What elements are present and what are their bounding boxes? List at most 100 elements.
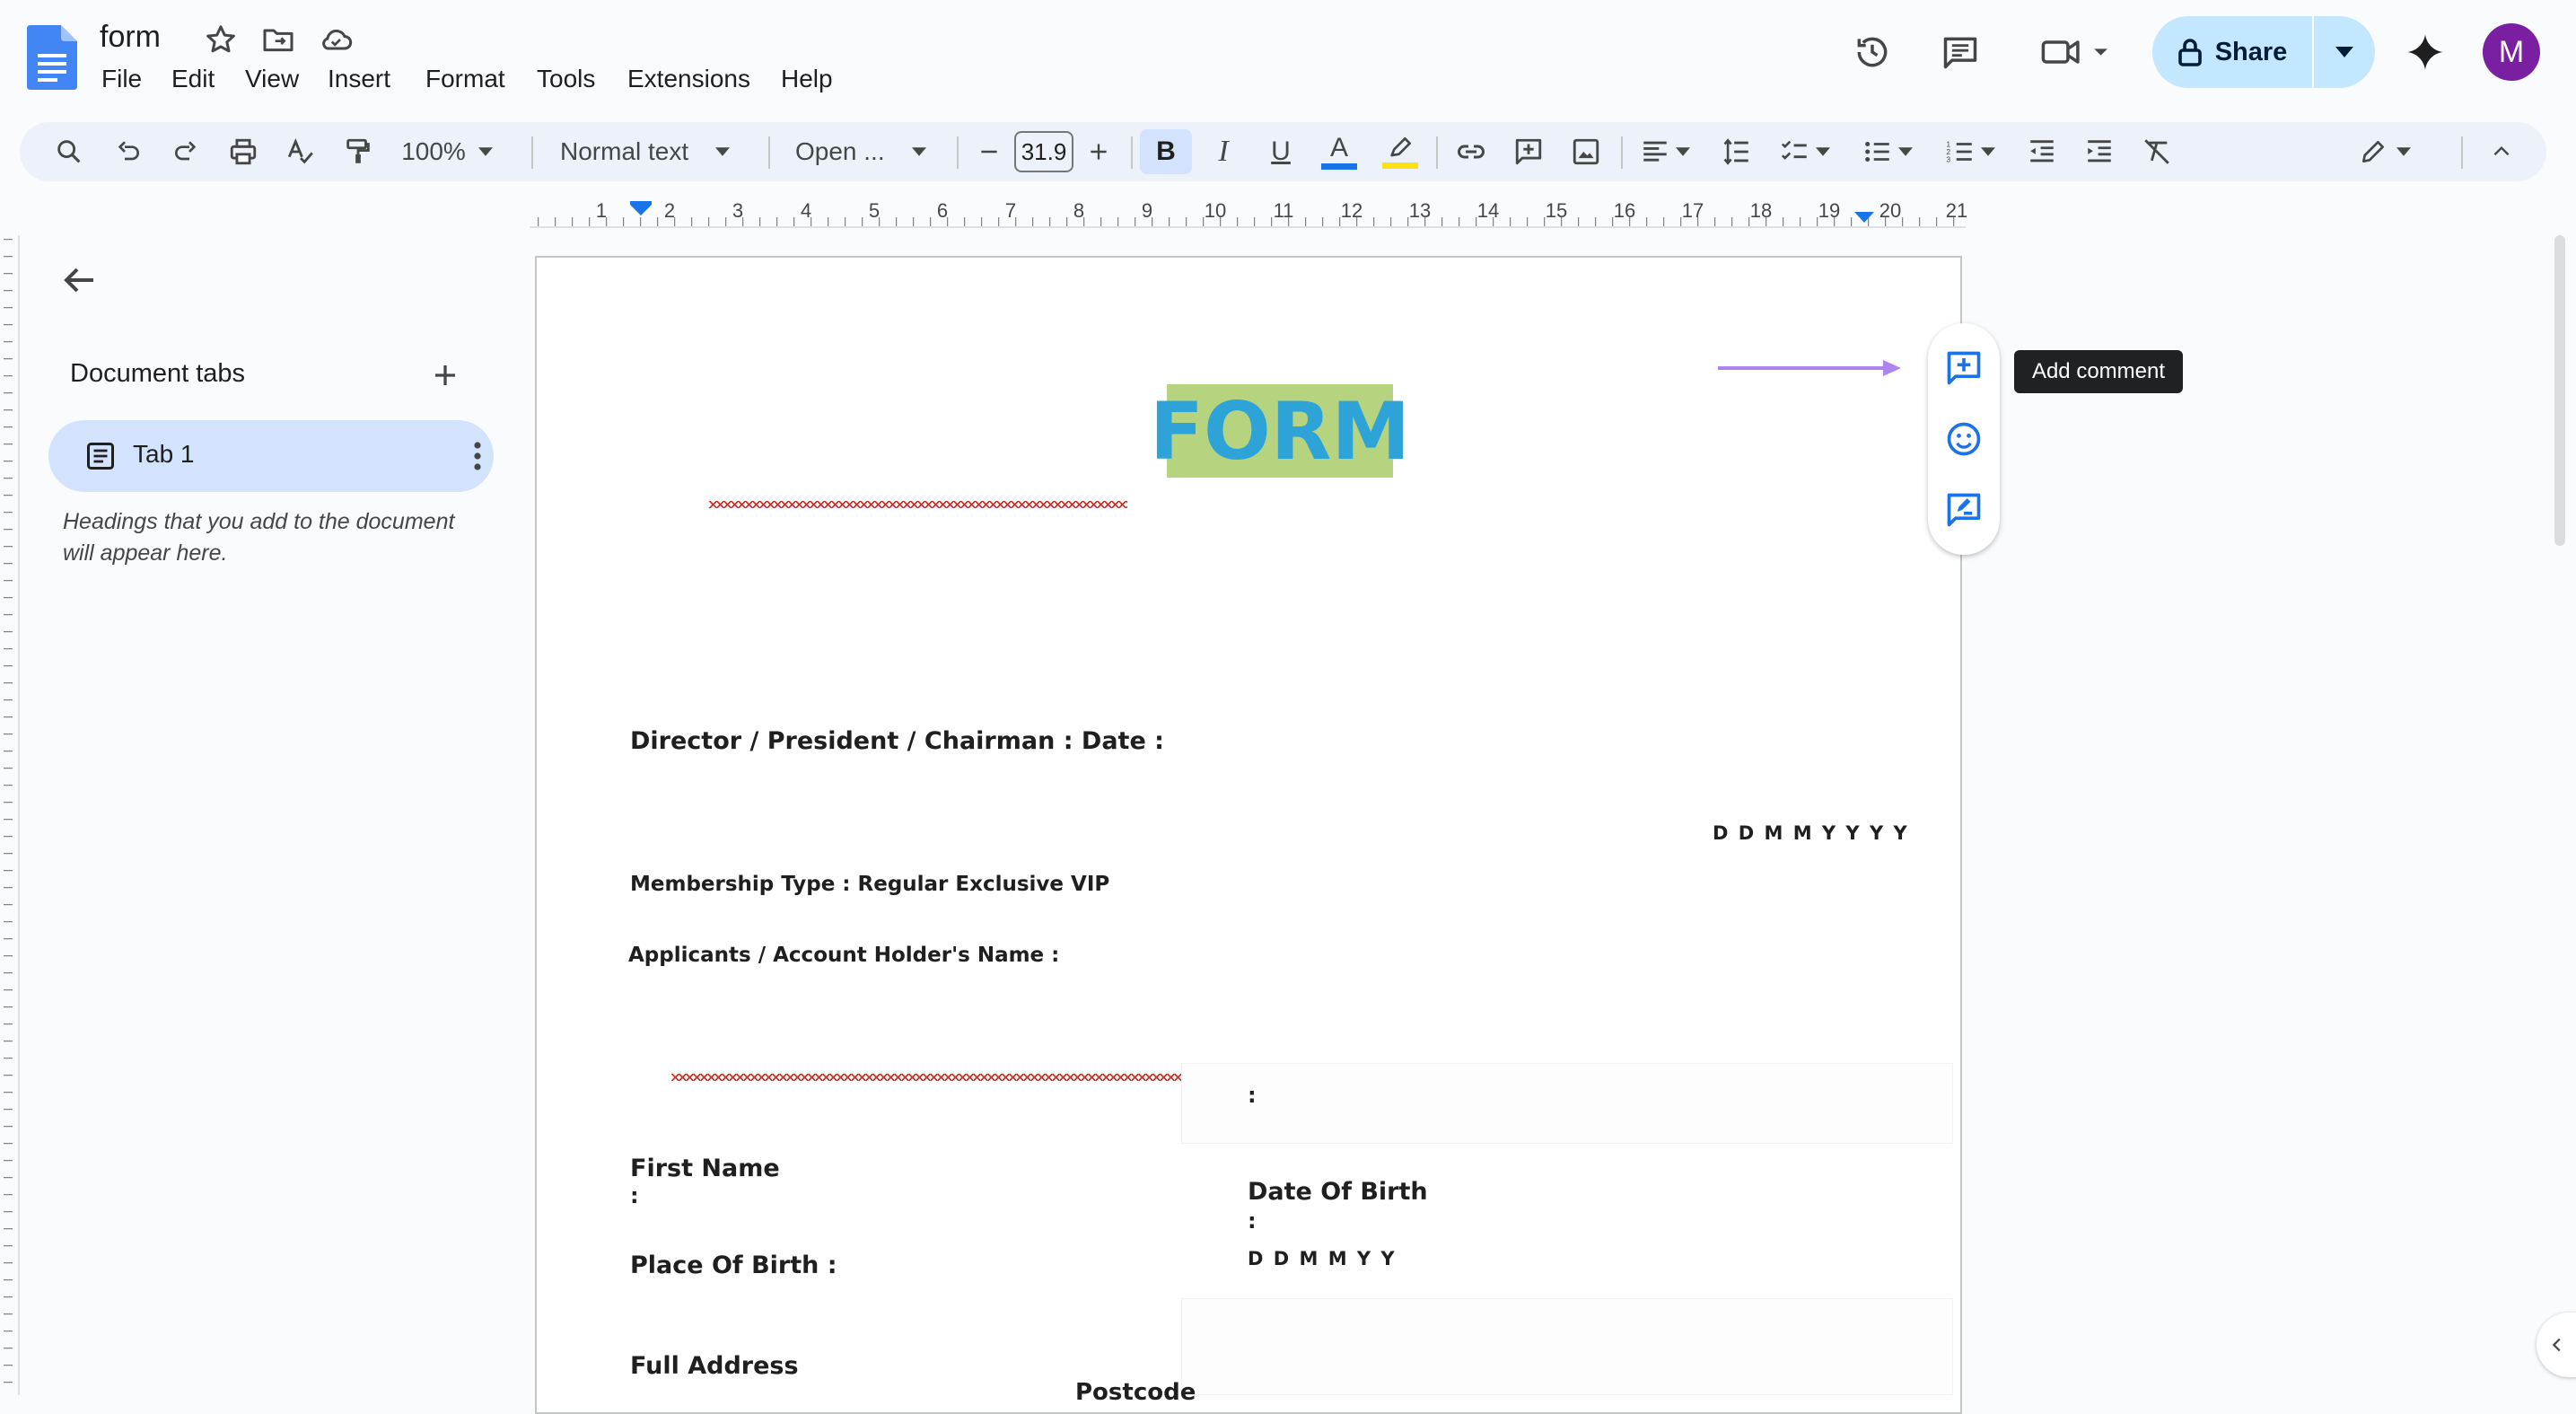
italic-button[interactable]: I [1201, 129, 1246, 174]
comments-icon[interactable] [1935, 27, 1985, 77]
chevron-left-icon [2552, 1338, 2561, 1352]
share-main-button[interactable]: Share [2152, 16, 2314, 88]
font-size-input[interactable]: 31.9 [1014, 131, 1073, 172]
form-title-text[interactable]: FORM [1150, 384, 1410, 478]
highlight-color-button[interactable] [1377, 129, 1424, 174]
menu-file[interactable]: File [101, 65, 142, 93]
chevron-down-icon [1676, 147, 1690, 156]
docs-logo-icon[interactable] [27, 25, 77, 90]
insert-link-icon[interactable] [1449, 129, 1494, 174]
chevron-down-icon [2335, 47, 2353, 57]
insert-image-icon[interactable] [1564, 129, 1608, 174]
print-icon[interactable] [221, 129, 266, 174]
ruler-ticks [0, 235, 20, 1395]
first-name-colon[interactable]: : [630, 1183, 639, 1208]
postcode-label[interactable]: Postcode [1075, 1379, 1196, 1406]
ruler-number: 2 [663, 199, 676, 222]
first-name-label[interactable]: First Name [630, 1155, 780, 1182]
spelling-check-icon[interactable] [278, 129, 323, 174]
toolbar-divider [531, 136, 533, 169]
chevron-down-icon [1981, 147, 1995, 156]
more-options-icon[interactable] [467, 438, 488, 474]
add-emoji-reaction-icon[interactable] [1944, 419, 1984, 459]
pencil-icon [2362, 141, 2384, 162]
toolbar-divider [1131, 136, 1133, 169]
search-menus-icon[interactable] [47, 129, 92, 174]
highlight-color-swatch [1382, 162, 1418, 169]
share-dropdown-button[interactable] [2314, 16, 2375, 88]
gemini-sparkle-icon[interactable] [2400, 27, 2450, 77]
date-format-ddmmyy[interactable]: D D M M Y Y [1248, 1248, 1397, 1269]
menu-view[interactable]: View [245, 65, 299, 93]
document-title[interactable]: form [100, 20, 161, 55]
ruler-number: 7 [1004, 199, 1017, 222]
ruler-number: 16 [1613, 199, 1636, 222]
add-comment-icon[interactable] [1944, 348, 1984, 388]
checklist-select[interactable] [1772, 129, 1838, 174]
version-history-icon[interactable] [1847, 27, 1897, 77]
menu-help[interactable]: Help [781, 65, 833, 93]
date-of-birth-label[interactable]: Date Of Birth [1248, 1178, 1428, 1206]
align-select[interactable] [1634, 129, 1696, 174]
line-spacing-icon[interactable] [1714, 129, 1759, 174]
spelling-error-underline [671, 1074, 1185, 1083]
applicant-name-line[interactable]: Applicants / Account Holder's Name : [628, 944, 1059, 967]
bold-button[interactable]: B [1140, 129, 1192, 174]
ruler-number: 9 [1141, 199, 1153, 222]
ruler-number: 15 [1545, 199, 1568, 222]
side-panel-toggle[interactable] [2537, 1313, 2576, 1377]
suggest-edits-icon[interactable] [1944, 490, 1984, 530]
paragraph-style-select[interactable]: Normal text [549, 129, 765, 174]
redo-icon[interactable] [163, 129, 208, 174]
insert-comment-icon[interactable] [1506, 129, 1551, 174]
field-colon[interactable]: : [1248, 1083, 1257, 1108]
highlighter-icon [1390, 136, 1411, 156]
place-of-birth-label[interactable]: Place Of Birth : [630, 1252, 837, 1279]
undo-icon[interactable] [106, 129, 151, 174]
numbered-list-icon: 123 [1946, 139, 1972, 163]
increase-font-size-icon[interactable] [1079, 129, 1118, 174]
ruler-number: 18 [1749, 199, 1773, 222]
move-folder-icon[interactable] [260, 22, 296, 57]
star-icon[interactable] [203, 22, 239, 57]
sidebar-tab-1[interactable]: Tab 1 [48, 420, 494, 492]
menu-edit[interactable]: Edit [171, 65, 215, 93]
annotation-arrow [1718, 357, 1905, 379]
cloud-saved-icon[interactable] [318, 22, 354, 57]
add-tab-plus-icon[interactable] [425, 356, 465, 395]
editing-mode-select[interactable] [2344, 129, 2425, 174]
clear-formatting-icon[interactable] [2134, 129, 2179, 174]
director-line[interactable]: Director / President / Chairman : Date : [630, 727, 1164, 755]
paint-format-icon[interactable] [336, 129, 381, 174]
menu-insert[interactable]: Insert [328, 65, 390, 93]
document-tab-icon [84, 440, 117, 472]
vertical-scrollbar[interactable] [2554, 235, 2565, 546]
date-format-ddmmyyyy[interactable]: D D M M Y Y Y Y [1713, 822, 1909, 844]
bulleted-list-select[interactable] [1854, 129, 1921, 174]
date-of-birth-colon[interactable]: : [1248, 1208, 1257, 1234]
tab-label: Tab 1 [133, 440, 195, 468]
vertical-ruler[interactable] [0, 235, 20, 1395]
membership-type-line[interactable]: Membership Type : Regular Exclusive VIP [630, 873, 1109, 896]
underline-button[interactable]: U [1258, 129, 1303, 174]
increase-indent-icon[interactable] [2077, 129, 2122, 174]
hide-menus-chevron-up-icon[interactable] [2479, 129, 2524, 174]
back-arrow-icon[interactable] [57, 259, 101, 302]
ruler-number: 4 [800, 199, 812, 222]
menu-extensions[interactable]: Extensions [627, 65, 750, 93]
numbered-list-select[interactable]: 123 [1937, 129, 2003, 174]
horizontal-ruler[interactable]: 1 2 3 4 5 6 7 8 9 10 11 12 13 14 15 16 1… [530, 196, 1967, 228]
zoom-value: 100% [401, 137, 466, 165]
share-button[interactable]: Share [2152, 16, 2375, 88]
full-address-label[interactable]: Full Address [630, 1352, 799, 1380]
menu-tools[interactable]: Tools [537, 65, 595, 93]
zoom-select[interactable]: 100% [393, 129, 501, 174]
text-color-button[interactable]: A [1316, 129, 1362, 174]
account-avatar[interactable]: M [2483, 23, 2540, 81]
decrease-indent-icon[interactable] [2020, 129, 2064, 174]
decrease-font-size-icon[interactable] [969, 129, 1009, 174]
meet-video-icon[interactable] [2034, 27, 2120, 77]
font-family-select[interactable]: Open ... [784, 129, 960, 174]
menu-format[interactable]: Format [425, 65, 505, 93]
ruler-number: 10 [1204, 199, 1227, 222]
